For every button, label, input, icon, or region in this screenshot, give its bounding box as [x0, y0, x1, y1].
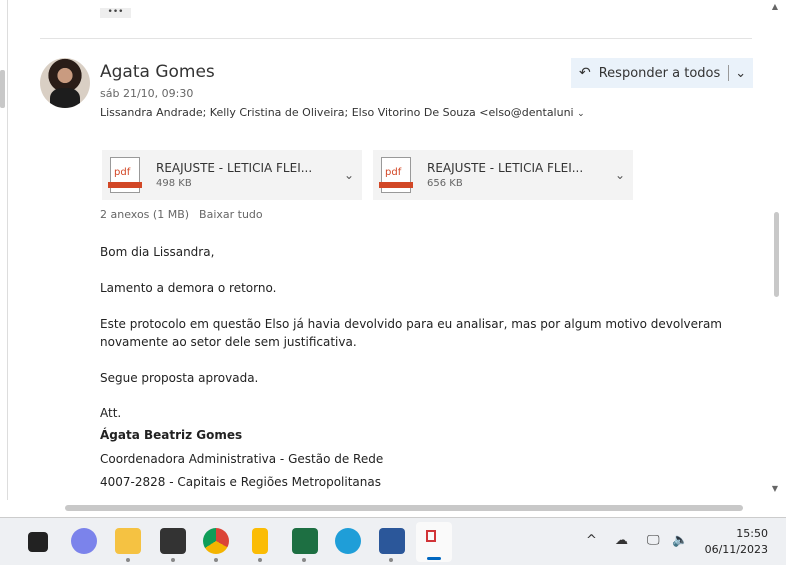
body-line: Att. [100, 406, 122, 420]
onedrive-offline-icon[interactable]: ☁ [615, 533, 628, 548]
download-all-link[interactable]: Baixar tudo [199, 208, 263, 221]
recipients[interactable]: Lissandra Andrade; Kelly Cristina de Oli… [100, 106, 585, 119]
network-icon[interactable]: 🖵 [647, 533, 660, 548]
message-date: sáb 21/10, 09:30 [100, 87, 194, 100]
divider [40, 38, 752, 39]
reply-all-icon: ↶ [579, 65, 591, 81]
attachment-size: 656 KB [427, 178, 463, 189]
left-scrollbar-thumb[interactable] [0, 70, 5, 108]
left-pane-border [7, 0, 8, 500]
teams-icon[interactable] [71, 528, 97, 554]
chrome-icon[interactable] [203, 528, 229, 554]
attachments-summary: 2 anexos (1 MB) [100, 208, 190, 221]
reply-all-label: Responder a todos [598, 65, 721, 81]
attachment-name: REAJUSTE - LETICIA FLEI... [427, 161, 584, 175]
date: 06/11/2023 [704, 543, 768, 556]
horizontal-scrollbar-thumb[interactable] [65, 505, 743, 511]
attachment-menu-chevron-icon[interactable]: ⌄ [344, 168, 354, 182]
signature-phone: 4007-2828 - Capitais e Regiões Metropoli… [100, 475, 381, 489]
time: 15:50 [736, 527, 768, 540]
attachment-2[interactable]: pdf REAJUSTE - LETICIA FLEI... 656 KB ⌄ [373, 150, 633, 200]
body-line: Segue proposta aprovada. [100, 371, 259, 385]
pdf-icon: pdf [379, 157, 413, 193]
scroll-down-arrow-icon[interactable]: ▼ [772, 484, 778, 493]
attachment-name: REAJUSTE - LETICIA FLEI... [156, 161, 313, 175]
sticky-notes-icon[interactable] [160, 528, 186, 554]
body-line: novamente ao setor dele sem justificativ… [100, 335, 357, 349]
reply-options-chevron-icon[interactable]: ⌄ [735, 66, 746, 81]
clock[interactable]: 15:50 06/11/2023 [705, 526, 768, 558]
keep-icon[interactable] [252, 528, 268, 554]
task-view-icon[interactable] [28, 532, 48, 552]
recipients-text: Lissandra Andrade; Kelly Cristina de Oli… [100, 106, 574, 119]
attachment-1[interactable]: pdf REAJUSTE - LETICIA FLEI... 498 KB ⌄ [102, 150, 362, 200]
reply-all-button[interactable]: ↶ Responder a todos ⌄ [571, 58, 753, 88]
taskbar: ^ ☁ 🖵 🔈 15:50 06/11/2023 [0, 517, 786, 565]
expand-recipients-icon[interactable]: ⌄ [577, 109, 585, 119]
file-explorer-icon[interactable] [115, 528, 141, 554]
excel-icon[interactable] [292, 528, 318, 554]
sender-name[interactable]: Agata Gomes [100, 62, 215, 82]
word-icon[interactable] [379, 528, 405, 554]
edge-icon[interactable] [335, 528, 361, 554]
body-line: Bom dia Lissandra, [100, 245, 215, 259]
show-hidden-icons-icon[interactable]: ^ [586, 533, 597, 548]
vertical-scrollbar-thumb[interactable] [774, 212, 779, 297]
sender-avatar[interactable] [40, 58, 90, 108]
snipping-tool-icon[interactable] [416, 522, 452, 562]
signature-name: Ágata Beatriz Gomes [100, 428, 243, 442]
pdf-icon: pdf [108, 157, 142, 193]
attachment-size: 498 KB [156, 178, 192, 189]
attachments-info: 2 anexos (1 MB) Baixar tudo [100, 208, 263, 221]
divider [728, 65, 730, 81]
show-more-button[interactable]: ••• [100, 8, 131, 18]
body-line: Lamento a demora o retorno. [100, 281, 277, 295]
attachment-menu-chevron-icon[interactable]: ⌄ [615, 168, 625, 182]
volume-icon[interactable]: 🔈 [672, 533, 688, 548]
body-line: Este protocolo em questão Elso já havia … [100, 317, 722, 331]
signature-title: Coordenadora Administrativa - Gestão de … [100, 452, 384, 466]
scroll-up-arrow-icon[interactable]: ▲ [772, 2, 778, 11]
